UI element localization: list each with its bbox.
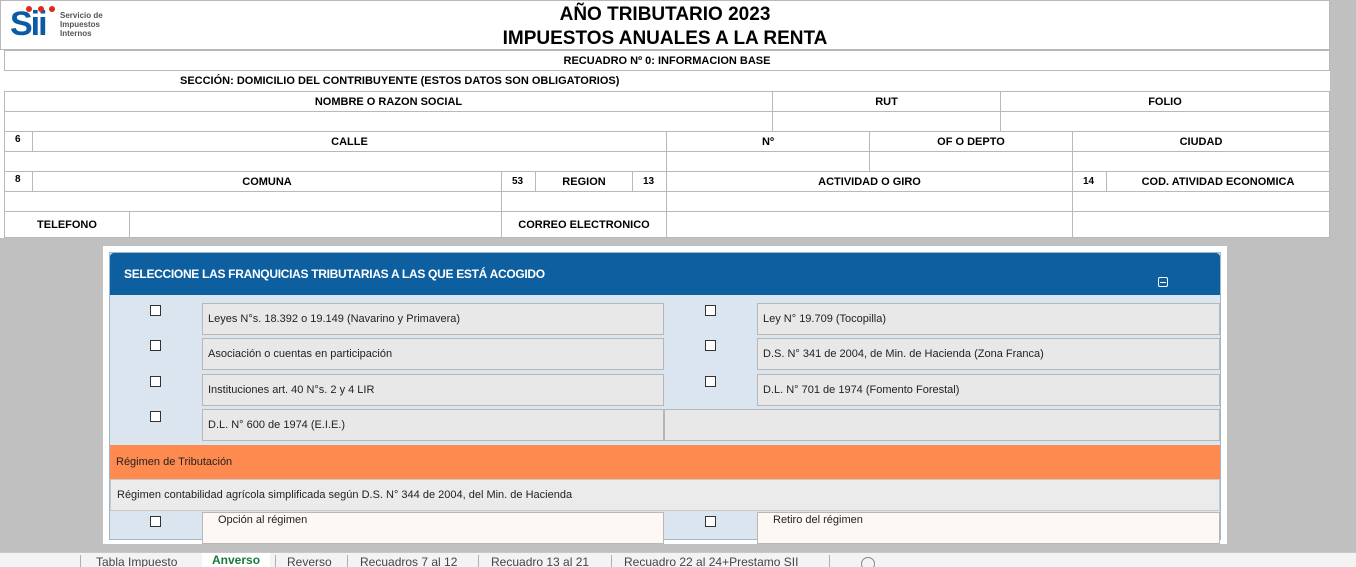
label-depto: OF O DEPTO xyxy=(869,131,1073,152)
code-14: 14 xyxy=(1072,171,1107,192)
label-region: REGION xyxy=(535,171,633,192)
sheet-tab-bar: Tabla Impuesto Anverso Reverso Recuadros… xyxy=(0,552,1356,567)
tab-reverso[interactable]: Reverso xyxy=(287,555,332,567)
tab-separator xyxy=(347,555,348,567)
empty-cell xyxy=(1072,211,1330,238)
code-8: 8 xyxy=(4,171,33,192)
tab-separator xyxy=(478,555,479,567)
label-actividad: ACTIVIDAD O GIRO xyxy=(666,171,1073,192)
code-13: 13 xyxy=(632,171,667,192)
tab-separator xyxy=(80,555,81,567)
page-title-year: AÑO TRIBUTARIO 2023 xyxy=(559,4,771,25)
section-title: SECCIÓN: DOMICILIO DEL CONTRIBUYENTE (ES… xyxy=(180,75,620,87)
label-folio: FOLIO xyxy=(1000,91,1330,112)
cod-actividad-input[interactable] xyxy=(1072,191,1330,212)
label-rut: RUT xyxy=(772,91,1001,112)
checkbox-tocopilla[interactable] xyxy=(705,305,716,316)
tab-recuadro-22-24[interactable]: Recuadro 22 al 24+Prestamo SII xyxy=(624,555,798,567)
label-nombre: NOMBRE O RAZON SOCIAL xyxy=(4,91,773,112)
collapse-icon[interactable] xyxy=(1158,277,1168,287)
code-53: 53 xyxy=(501,171,536,192)
label-cod-actividad: COD. ATIVIDAD ECONOMICA xyxy=(1106,171,1330,192)
panel-title: SELECCIONE LAS FRANQUICIAS TRIBUTARIAS A… xyxy=(124,267,545,281)
tab-separator xyxy=(829,555,830,567)
spreadsheet-area: Sii Servicio de Impuestos Internos AÑO T… xyxy=(0,0,1356,552)
sheet-grey-background xyxy=(1330,0,1356,552)
tab-recuadros-7-12[interactable]: Recuadros 7 al 12 xyxy=(360,555,457,567)
label-correo: CORREO ELECTRONICO xyxy=(501,211,667,238)
ciudad-input[interactable] xyxy=(1072,151,1330,172)
label-telefono: TELEFONO xyxy=(4,211,130,238)
checkbox-navarino[interactable] xyxy=(150,305,161,316)
tab-separator xyxy=(275,555,276,567)
depto-input[interactable] xyxy=(869,151,1073,172)
empty-option xyxy=(664,409,1220,441)
tab-separator xyxy=(611,555,612,567)
checkbox-zona-franca[interactable] xyxy=(705,340,716,351)
folio-input[interactable] xyxy=(1000,111,1330,132)
option-instituciones: Instituciones art. 40 N°s. 2 y 4 LIR xyxy=(202,374,664,406)
tab-tabla-impuesto[interactable]: Tabla Impuesto xyxy=(96,555,177,567)
checkbox-retiro[interactable] xyxy=(705,516,716,527)
label-numero: Nº xyxy=(666,131,870,152)
checkbox-opcion[interactable] xyxy=(150,516,161,527)
option-navarino: Leyes N°s. 18.392 o 19.149 (Navarino y P… xyxy=(202,303,664,335)
nombre-input[interactable] xyxy=(4,111,773,132)
telefono-input[interactable] xyxy=(129,211,502,238)
code-6: 6 xyxy=(4,131,33,152)
tab-recuadro-13-21[interactable]: Recuadro 13 al 21 xyxy=(491,555,589,567)
option-asociacion: Asociación o cuentas en participación xyxy=(202,338,664,370)
checkbox-fomento-forestal[interactable] xyxy=(705,376,716,387)
checkbox-instituciones[interactable] xyxy=(150,376,161,387)
option-fomento-forestal: D.L. N° 701 de 1974 (Fomento Forestal) xyxy=(757,374,1220,406)
checkbox-eie[interactable] xyxy=(150,411,161,422)
label-ciudad: CIUDAD xyxy=(1072,131,1330,152)
region-input[interactable] xyxy=(501,191,667,212)
rut-input[interactable] xyxy=(772,111,1001,132)
option-retiro: Retiro del régimen xyxy=(757,512,1220,544)
option-zona-franca: D.S. N° 341 de 2004, de Min. de Hacienda… xyxy=(757,338,1220,370)
label-comuna: COMUNA xyxy=(32,171,502,192)
tab-anverso[interactable]: Anverso xyxy=(202,553,271,567)
calle-input[interactable] xyxy=(4,151,667,172)
page-title: IMPUESTOS ANUALES A LA RENTA xyxy=(502,28,828,49)
panel-header: SELECCIONE LAS FRANQUICIAS TRIBUTARIAS A… xyxy=(110,253,1220,295)
option-tocopilla: Ley N° 19.709 (Tocopilla) xyxy=(757,303,1220,335)
regimen-title: Régimen de Tributación xyxy=(110,445,1220,479)
checkbox-asociacion[interactable] xyxy=(150,340,161,351)
option-eie: D.L. N° 600 de 1974 (E.I.E.) xyxy=(202,409,664,441)
option-opcion: Opción al régimen xyxy=(202,512,664,544)
franquicias-panel-body: SELECCIONE LAS FRANQUICIAS TRIBUTARIAS A… xyxy=(109,252,1221,544)
franquicias-panel: SELECCIONE LAS FRANQUICIAS TRIBUTARIAS A… xyxy=(103,246,1227,544)
label-calle: CALLE xyxy=(32,131,667,152)
recuadro-title: RECUADRO Nº 0: INFORMACION BASE xyxy=(4,50,1330,71)
regimen-text: Régimen contabilidad agrícola simplifica… xyxy=(110,479,1220,511)
actividad-input[interactable] xyxy=(666,191,1073,212)
numero-input[interactable] xyxy=(666,151,870,172)
correo-input[interactable] xyxy=(666,211,1073,238)
comuna-input[interactable] xyxy=(4,191,502,212)
